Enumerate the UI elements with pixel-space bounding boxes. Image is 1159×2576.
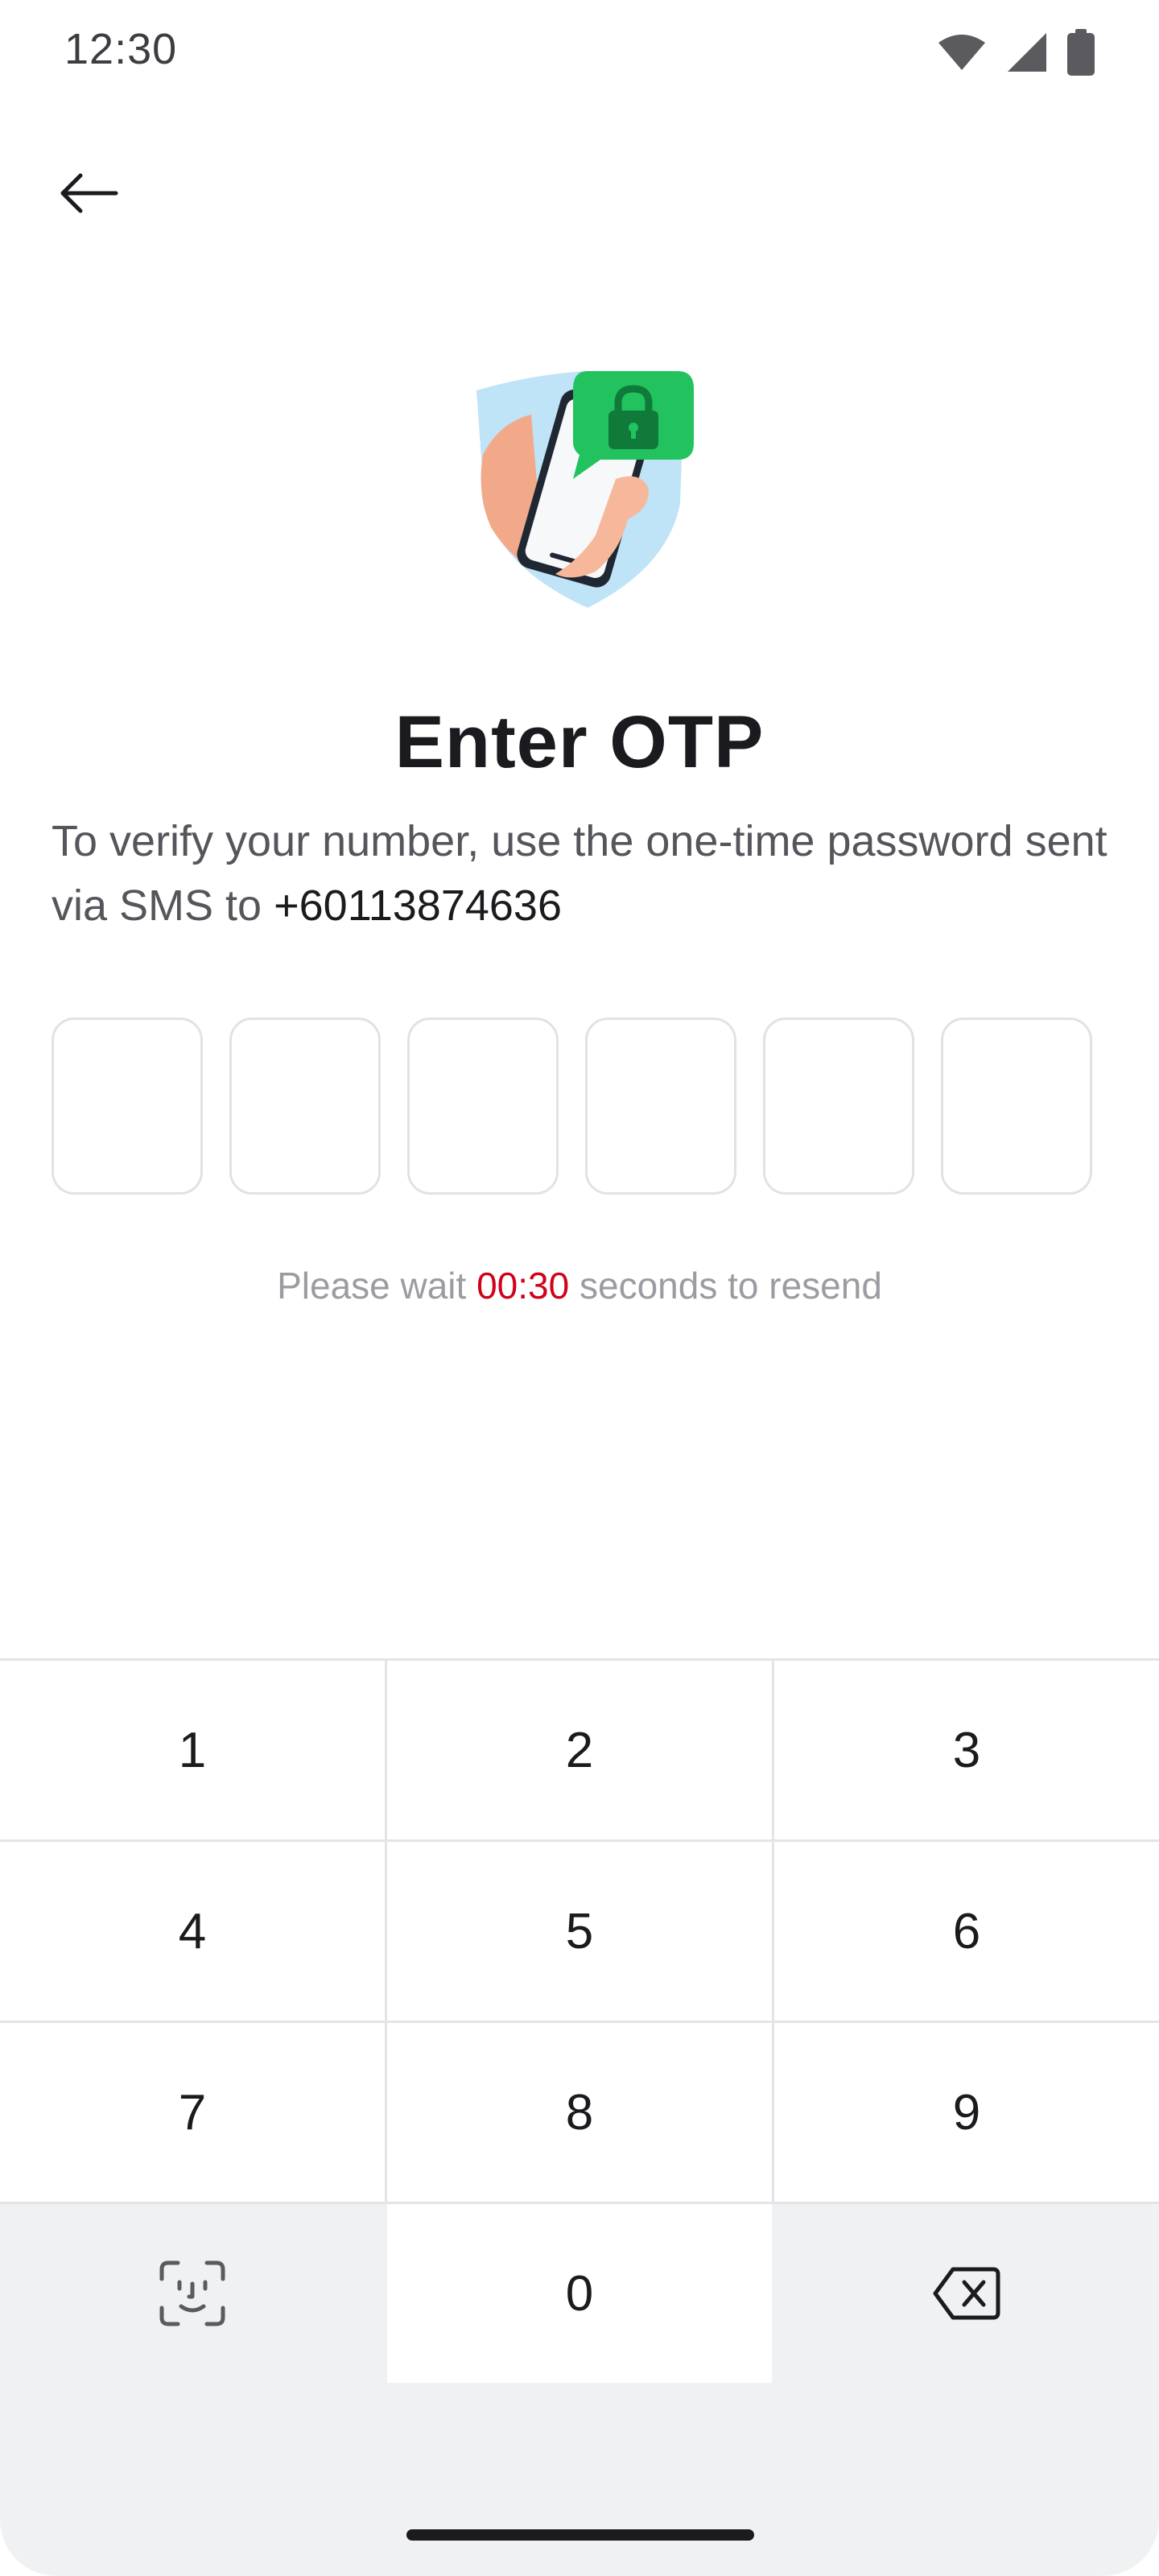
keypad-divider <box>0 1839 1159 1842</box>
key-8[interactable]: 8 <box>387 2023 772 2202</box>
keypad-divider <box>772 1658 774 2202</box>
otp-digit-5[interactable] <box>763 1018 914 1195</box>
status-time: 12:30 <box>64 25 178 73</box>
key-7[interactable]: 7 <box>0 2023 385 2202</box>
face-scan-button[interactable] <box>0 2204 385 2383</box>
keypad-divider <box>0 1658 1159 1661</box>
backspace-icon <box>933 2267 1000 2320</box>
resend-prefix: Please wait <box>277 1265 477 1307</box>
key-1[interactable]: 1 <box>0 1661 385 1839</box>
key-9[interactable]: 9 <box>774 2023 1159 2202</box>
phone-lock-shield-illustration <box>467 366 700 616</box>
resend-suffix: seconds to resend <box>569 1265 882 1307</box>
keypad-divider <box>0 2202 1159 2204</box>
signal-icon <box>1008 33 1046 72</box>
resend-timer: 00:30 <box>476 1265 570 1307</box>
backspace-button[interactable] <box>774 2204 1159 2383</box>
otp-input-group <box>52 1018 1092 1195</box>
back-button[interactable] <box>48 153 129 233</box>
key-5[interactable]: 5 <box>387 1842 772 2021</box>
status-icons <box>937 29 1095 76</box>
phone-number: +60113874636 <box>274 881 562 930</box>
numeric-keypad: 1 2 3 4 5 6 7 8 9 0 <box>0 1658 1159 2576</box>
otp-digit-3[interactable] <box>407 1018 559 1195</box>
description-text: To verify your number, use the one-time … <box>52 817 1107 930</box>
key-6[interactable]: 6 <box>774 1842 1159 2021</box>
wifi-icon <box>938 35 985 70</box>
otp-digit-2[interactable] <box>229 1018 381 1195</box>
key-2[interactable]: 2 <box>387 1661 772 1839</box>
home-indicator[interactable] <box>406 2529 754 2541</box>
battery-icon <box>1067 29 1095 76</box>
status-bar: 12:30 <box>0 0 1159 105</box>
otp-digit-4[interactable] <box>585 1018 736 1195</box>
keypad-divider <box>0 2021 1159 2023</box>
keypad-divider <box>385 1658 387 2202</box>
resend-countdown: Please wait 00:30 seconds to resend <box>0 1264 1159 1307</box>
arrow-left-icon <box>60 173 118 213</box>
key-3[interactable]: 3 <box>774 1661 1159 1839</box>
otp-description: To verify your number, use the one-time … <box>52 809 1114 938</box>
key-0[interactable]: 0 <box>387 2204 772 2383</box>
key-4[interactable]: 4 <box>0 1842 385 2021</box>
otp-digit-1[interactable] <box>52 1018 203 1195</box>
page-title: Enter OTP <box>394 701 765 783</box>
face-scan-icon <box>159 2260 225 2326</box>
otp-digit-6[interactable] <box>941 1018 1092 1195</box>
